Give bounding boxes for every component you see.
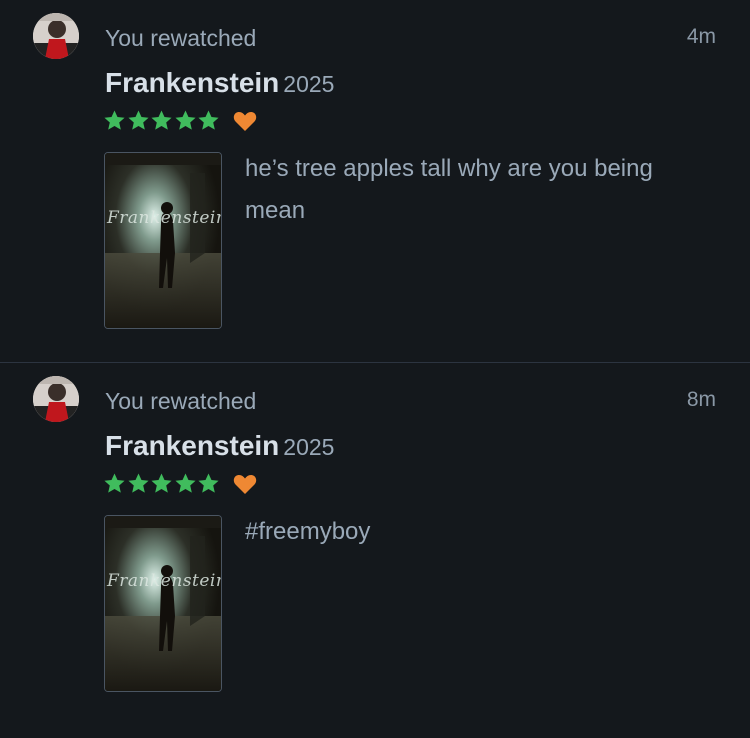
poster-title: Frankenstein xyxy=(107,208,222,228)
film-title[interactable]: Frankenstein xyxy=(105,430,279,461)
timestamp: 8m xyxy=(686,388,716,411)
star-icon xyxy=(127,473,149,493)
star-rating xyxy=(103,109,257,132)
star-icon xyxy=(104,110,125,130)
star-icon xyxy=(127,110,149,130)
film-year[interactable]: 2025 xyxy=(283,434,334,460)
review-text[interactable]: #freemyboy xyxy=(245,511,685,553)
activity-entry[interactable]: You rewatched 8m Frankenstein 2025 Frank… xyxy=(0,363,750,738)
avatar[interactable] xyxy=(33,376,79,422)
avatar[interactable] xyxy=(33,13,79,59)
review-text[interactable]: he’s tree apples tall why are you being … xyxy=(245,148,685,232)
activity-entry[interactable]: You rewatched 4m Frankenstein 2025 Frank… xyxy=(0,0,750,363)
star-icon xyxy=(151,110,172,130)
film-year[interactable]: 2025 xyxy=(283,71,334,97)
star-icon xyxy=(104,473,125,493)
star-icon xyxy=(198,473,219,493)
heart-icon xyxy=(233,474,256,494)
timestamp: 4m xyxy=(686,25,716,48)
star-icon xyxy=(174,473,196,493)
star-icon xyxy=(198,110,219,130)
film-poster[interactable]: Frankenstein xyxy=(104,515,222,692)
heart-icon xyxy=(233,111,256,131)
film-title-line: Frankenstein 2025 xyxy=(105,430,334,462)
film-title-line: Frankenstein 2025 xyxy=(105,67,334,99)
activity-action-text: You rewatched xyxy=(105,388,257,414)
star-rating xyxy=(103,472,257,495)
star-icon xyxy=(174,110,196,130)
film-title[interactable]: Frankenstein xyxy=(105,67,279,98)
film-poster[interactable]: Frankenstein xyxy=(104,152,222,329)
poster-title: Frankenstein xyxy=(107,571,222,591)
star-icon xyxy=(151,473,172,493)
activity-action-text: You rewatched xyxy=(105,25,257,51)
